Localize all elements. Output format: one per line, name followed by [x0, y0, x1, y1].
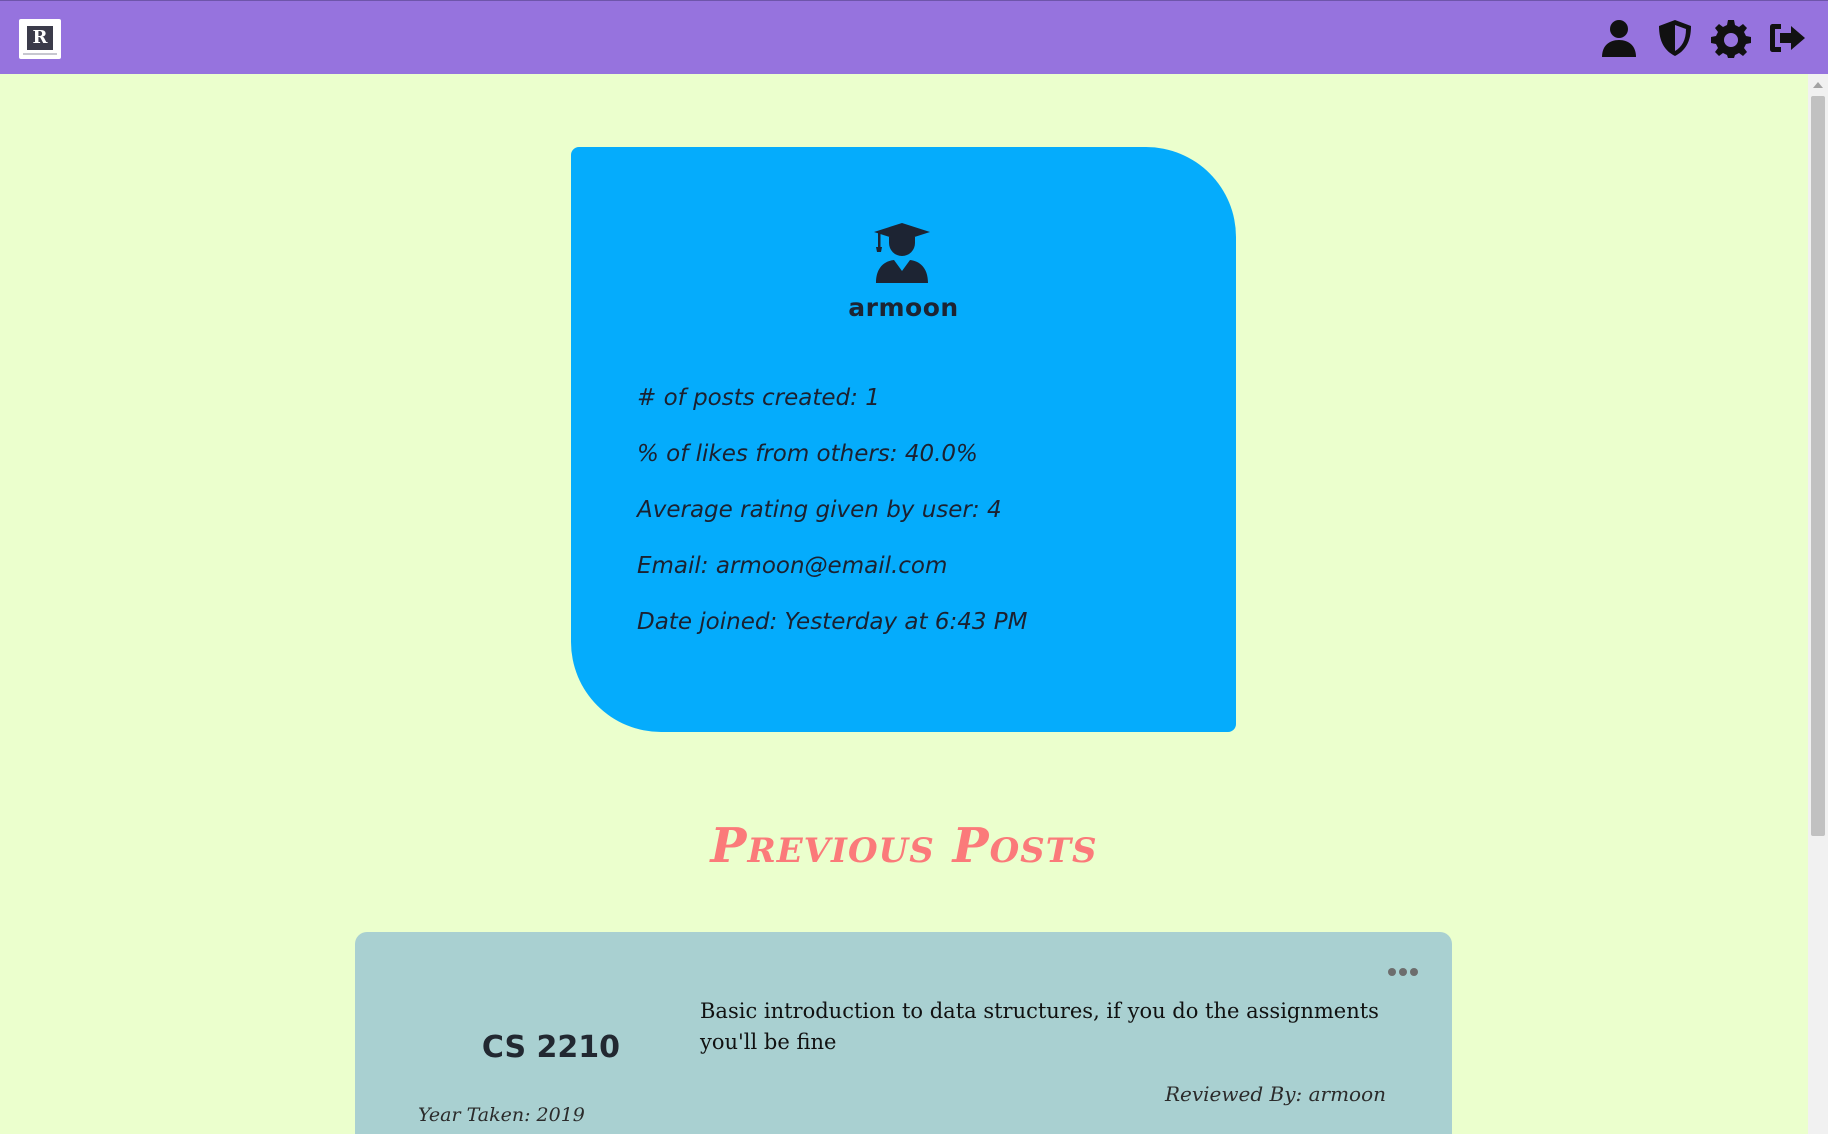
- more-dot-icon: [1388, 968, 1396, 976]
- scroll-up-arrow-icon[interactable]: [1813, 82, 1823, 88]
- settings-button[interactable]: [1708, 15, 1754, 61]
- profile-button[interactable]: [1596, 15, 1642, 61]
- logout-button[interactable]: [1764, 15, 1810, 61]
- scrollbar-thumb[interactable]: [1811, 96, 1825, 836]
- more-dot-icon: [1399, 968, 1407, 976]
- username: armoon: [848, 293, 959, 322]
- logo[interactable]: R: [19, 19, 61, 59]
- page: R armoon # of posts created: 1 % of like…: [0, 0, 1828, 1134]
- post-card: CS 2210 Basic introduction to data struc…: [355, 932, 1452, 1134]
- average-rating-stat: Average rating given by user: 4: [637, 497, 1002, 523]
- reviewed-by: Reviewed By: armoon: [1164, 1082, 1386, 1106]
- graduate-icon: [874, 223, 930, 283]
- top-nav-bar: R: [0, 0, 1828, 74]
- scrollbar[interactable]: [1808, 74, 1828, 1134]
- course-code: CS 2210: [481, 1030, 620, 1065]
- avatar: [872, 221, 932, 283]
- profile-stats: # of posts created: 1 % of likes from ot…: [637, 383, 1028, 663]
- logo-rule: [23, 53, 57, 55]
- profile-card: armoon # of posts created: 1 % of likes …: [571, 147, 1236, 732]
- shield-icon: [1659, 20, 1691, 56]
- review-text: Basic introduction to data structures, i…: [700, 999, 1379, 1054]
- previous-posts-title: Previous Posts: [710, 818, 1098, 874]
- email-stat: Email: armoon@email.com: [637, 553, 948, 579]
- date-joined-stat: Date joined: Yesterday at 6:43 PM: [637, 609, 1028, 635]
- more-dot-icon: [1410, 968, 1418, 976]
- logo-mark: R: [27, 26, 53, 50]
- more-options-button[interactable]: [1385, 962, 1421, 982]
- admin-button[interactable]: [1652, 15, 1698, 61]
- logout-icon: [1770, 24, 1805, 52]
- gear-icon: [1711, 20, 1751, 58]
- user-icon: [1602, 20, 1636, 57]
- posts-created-stat: # of posts created: 1: [637, 385, 880, 411]
- year-taken: Year Taken: 2019: [418, 1104, 585, 1126]
- likes-percentage-stat: % of likes from others: 40.0%: [637, 441, 978, 467]
